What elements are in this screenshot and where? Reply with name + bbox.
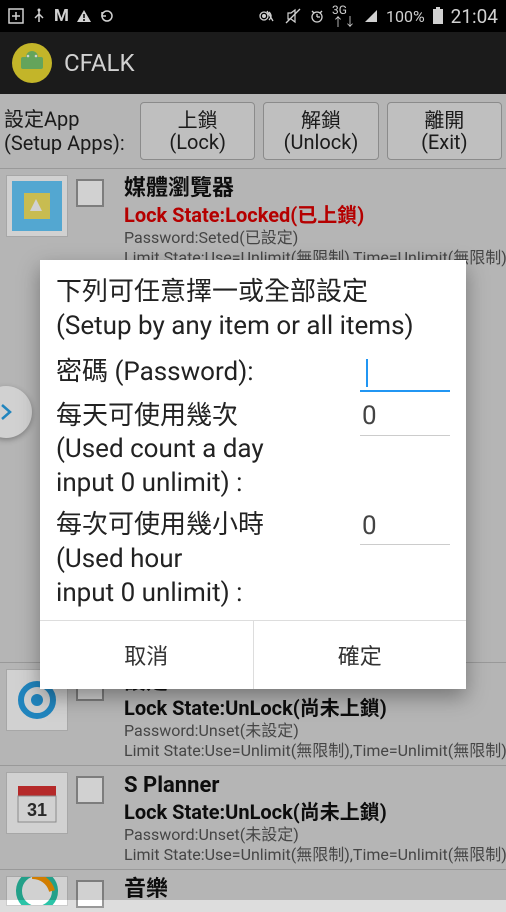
count-label: 每天可使用幾次 (Used count a day input 0 unlimi… <box>56 400 360 501</box>
ok-button[interactable]: 確定 <box>253 621 467 689</box>
text-cursor <box>366 359 368 387</box>
hour-label: 每次可使用幾小時 (Used hour input 0 unlimit) : <box>56 509 360 610</box>
cancel-button[interactable]: 取消 <box>40 621 253 689</box>
dialog-overlay: 下列可任意擇一或全部設定 (Setup by any item or all i… <box>0 0 506 900</box>
dialog-title: 下列可任意擇一或全部設定 (Setup by any item or all i… <box>56 276 450 344</box>
password-label: 密碼 (Password): <box>56 356 360 390</box>
count-input[interactable]: 0 <box>360 400 450 436</box>
password-input[interactable] <box>360 356 450 392</box>
setup-dialog: 下列可任意擇一或全部設定 (Setup by any item or all i… <box>40 260 466 689</box>
hour-input[interactable]: 0 <box>360 509 450 545</box>
